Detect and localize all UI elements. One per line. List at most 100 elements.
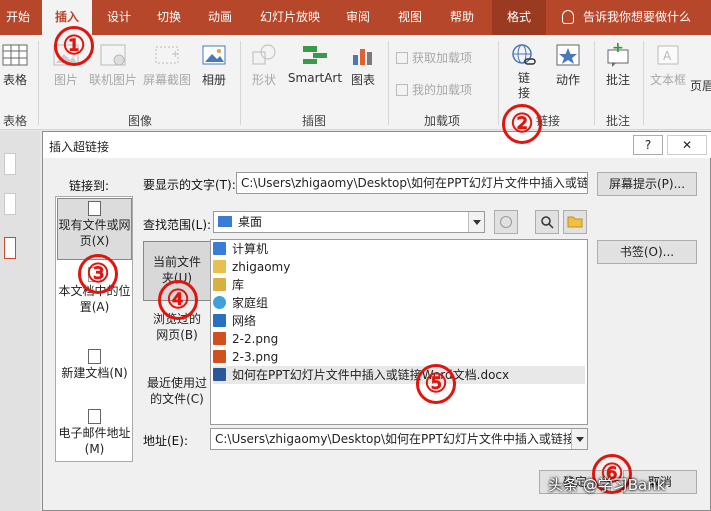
link-existing-file[interactable]: 现有文件或网页(X)	[57, 198, 132, 260]
list-item[interactable]: 2-2.png	[213, 330, 278, 348]
tab-help[interactable]: 帮助	[440, 0, 484, 35]
store-icon	[396, 52, 408, 64]
group-tables-label: 表格	[2, 114, 27, 128]
address-input[interactable]: C:\Users\zhigaomy\Desktop\如何在PPT幻灯片文件中插入…	[210, 428, 588, 450]
slide-thumbnail[interactable]	[4, 153, 16, 175]
slide-thumbnail-selected[interactable]	[4, 237, 16, 259]
browse-web-button[interactable]	[494, 210, 518, 234]
ribbon-tab-bar: 开始 插入 设计 切换 动画 幻灯片放映 审阅 视图 帮助 格式 告诉我你想要做…	[0, 0, 711, 35]
file-list[interactable]: 计算机 zhigaomy 库 家庭组 网络 2-2.png 2-3.png 如何…	[210, 239, 588, 425]
bookmark-button[interactable]: 书签(O)...	[597, 240, 697, 264]
tab-home[interactable]: 开始	[0, 0, 36, 35]
screentip-button[interactable]: 屏幕提示(P)...	[597, 172, 697, 196]
close-button[interactable]: ✕	[667, 135, 707, 155]
svg-text:A: A	[663, 49, 672, 63]
dialog-title-bar: 插入超链接 ? ✕	[43, 132, 711, 158]
smartart-button[interactable]: SmartArt	[286, 43, 344, 85]
screenshot-icon: +	[155, 46, 179, 64]
link-new-document[interactable]: 新建文档(N)	[57, 347, 132, 391]
image-file-icon	[213, 350, 226, 363]
tab-transitions[interactable]: 切换	[146, 0, 192, 35]
annotation-badge-5: ⑤	[416, 364, 456, 404]
list-item[interactable]: 计算机	[213, 240, 268, 258]
group-divider	[388, 41, 389, 125]
textbox-icon: A	[657, 45, 679, 65]
library-icon	[213, 278, 226, 291]
chevron-down-icon	[571, 429, 587, 449]
link-existing-file-label: 现有文件或网页(X)	[58, 218, 131, 248]
smartart-icon	[303, 46, 327, 64]
chevron-down-icon	[468, 212, 484, 232]
action-star-icon	[556, 44, 580, 66]
table-button[interactable]: 表格	[0, 43, 30, 88]
group-addins-label: 加载项	[423, 114, 460, 128]
online-pictures-button[interactable]: 联机图片	[86, 43, 140, 88]
search-icon	[541, 216, 554, 229]
recent-files-option[interactable]: 最近使用过的文件(C)	[143, 375, 211, 415]
chart-button[interactable]: 图表	[346, 43, 380, 88]
group-divider	[38, 41, 39, 125]
textbox-button[interactable]: A 文本框	[648, 43, 688, 88]
group-divider	[594, 41, 595, 125]
comment-button[interactable]: + 批注	[600, 43, 636, 88]
slide-thumbnail-pane	[0, 131, 40, 511]
new-comment-icon: +	[607, 43, 629, 67]
tab-format[interactable]: 格式	[492, 0, 546, 35]
tab-view[interactable]: 视图	[388, 0, 432, 35]
my-addins-button[interactable]: 我的加载项	[396, 81, 472, 98]
annotation-badge-2: ②	[502, 104, 542, 144]
svg-text:+: +	[171, 49, 179, 60]
link-email-address[interactable]: 电子邮件地址(M)	[57, 407, 132, 457]
network-icon	[213, 314, 226, 327]
tab-slideshow[interactable]: 幻灯片放映	[252, 0, 328, 35]
list-item-selected[interactable]: 如何在PPT幻灯片文件中插入或链接Word文档.docx	[213, 366, 585, 384]
email-icon	[88, 409, 101, 424]
chart-icon	[353, 49, 372, 65]
link-new-document-label: 新建文档(N)	[61, 366, 128, 380]
list-item[interactable]: zhigaomy	[213, 258, 290, 276]
annotation-badge-1: ①	[54, 26, 94, 66]
action-button[interactable]: 动作	[548, 43, 588, 88]
globe-icon	[500, 216, 512, 228]
tab-review[interactable]: 审阅	[336, 0, 380, 35]
get-addins-button[interactable]: 获取加载项	[396, 49, 472, 66]
my-addins-label: 我的加载项	[412, 83, 473, 97]
header-button[interactable]: 页眉	[690, 77, 711, 94]
album-button[interactable]: 相册	[196, 43, 232, 88]
link-globe-icon	[512, 44, 536, 65]
screenshot-button[interactable]: + 屏幕截图	[140, 43, 194, 88]
link-email-label: 电子邮件地址(M)	[58, 426, 131, 456]
help-button[interactable]: ?	[633, 135, 663, 155]
addins-icon	[396, 84, 408, 96]
link-button[interactable]: 链接	[506, 43, 542, 101]
browse-file-button[interactable]	[535, 210, 559, 234]
desktop-icon	[218, 216, 232, 227]
look-in-label: 查找范围(L):	[143, 218, 212, 232]
list-item[interactable]: 库	[213, 276, 244, 294]
display-text-input[interactable]: C:\Users\zhigaomy\Desktop\如何在PPT幻灯片文件中插入…	[236, 172, 588, 194]
tab-design[interactable]: 设计	[97, 0, 141, 35]
list-item[interactable]: 2-3.png	[213, 348, 278, 366]
header-label: 页眉	[690, 79, 711, 93]
textbox-label: 文本框	[649, 73, 686, 87]
existing-file-icon	[88, 201, 101, 216]
shapes-button[interactable]: 形状	[244, 43, 284, 88]
list-item[interactable]: 网络	[213, 312, 256, 330]
group-images-label: 图像	[127, 114, 152, 128]
user-folder-icon	[213, 260, 226, 273]
online-picture-icon	[100, 44, 126, 66]
word-file-icon	[213, 368, 226, 381]
dialog-title: 插入超链接	[49, 140, 110, 154]
new-document-icon	[88, 349, 101, 364]
link-to-bar: 现有文件或网页(X) 本文档中的位置(A) 新建文档(N) 电子邮件地址(M)	[55, 196, 133, 462]
table-label: 表格	[2, 73, 27, 87]
table-icon	[2, 44, 28, 66]
look-in-bar: 当前文件夹(U) 浏览过的网页(B) 最近使用过的文件(C)	[143, 239, 211, 413]
open-folder-button[interactable]	[563, 210, 587, 234]
tell-me-box[interactable]: 告诉我你想要做什么	[562, 0, 691, 35]
slide-thumbnail[interactable]	[4, 193, 16, 215]
group-divider	[643, 41, 644, 125]
look-in-select[interactable]: 桌面	[213, 211, 485, 233]
list-item[interactable]: 家庭组	[213, 294, 268, 312]
tab-animations[interactable]: 动画	[197, 0, 243, 35]
